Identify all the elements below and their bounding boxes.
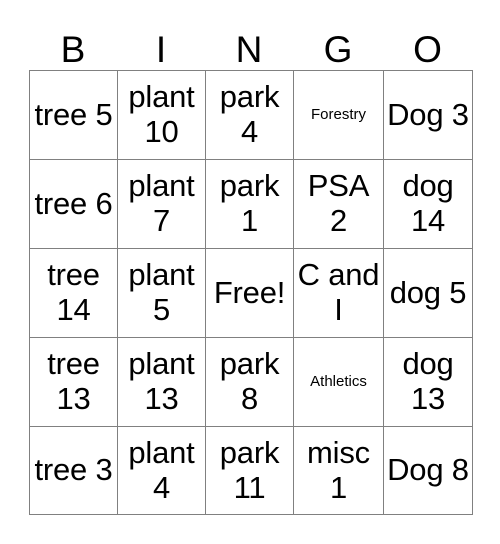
bingo-cell-g4[interactable]: Athletics: [294, 338, 384, 427]
bingo-cell-free-space[interactable]: Free!: [206, 249, 294, 338]
bingo-cell-label: plant 4: [128, 434, 195, 505]
bingo-cell-label: dog 5: [389, 274, 467, 310]
bingo-header-g: G: [323, 29, 353, 70]
bingo-cell-g5[interactable]: misc 1: [294, 427, 384, 515]
bingo-cell-label: tree 14: [47, 257, 100, 327]
bingo-cell-label: C and I: [297, 257, 380, 327]
bingo-cell-i5[interactable]: plant 4: [118, 427, 206, 515]
bingo-cell-b4[interactable]: tree 13: [30, 338, 118, 427]
bingo-cell-i4[interactable]: plant 13: [118, 338, 206, 427]
bingo-header-o: O: [413, 29, 442, 70]
bingo-cell-label: plant 5: [128, 257, 195, 327]
bingo-cell-b1[interactable]: tree 5: [30, 71, 118, 160]
bingo-cell-label: Forestry: [310, 106, 366, 124]
bingo-row-2: tree 6 plant 7 park 1 PSA 2 dog 14: [30, 160, 473, 249]
bingo-cell-label: park 4: [219, 79, 280, 149]
bingo-grid: tree 5 plant 10 park 4 Forestry Dog 3 tr…: [29, 70, 473, 515]
bingo-cell-o4[interactable]: dog 13: [384, 338, 473, 427]
bingo-header-i: I: [155, 29, 167, 70]
bingo-row-4: tree 13 plant 13 park 8 Athletics dog 13: [30, 338, 473, 427]
bingo-cell-g1[interactable]: Forestry: [294, 71, 384, 160]
bingo-row-3: tree 14 plant 5 Free! C and I dog 5: [30, 249, 473, 338]
bingo-card: B I N G O tree 5 plant 10 park 4 Forestr…: [29, 12, 473, 515]
bingo-header-n: N: [235, 29, 263, 70]
bingo-cell-label: plant 7: [128, 168, 195, 238]
bingo-cell-o2[interactable]: dog 14: [384, 160, 473, 249]
bingo-cell-o5[interactable]: Dog 8: [384, 427, 473, 515]
bingo-cell-label: plant 13: [128, 346, 195, 416]
bingo-cell-label: park 11: [219, 434, 280, 505]
bingo-cell-b3[interactable]: tree 14: [30, 249, 118, 338]
bingo-cell-label: PSA 2: [307, 168, 370, 238]
bingo-cell-b2[interactable]: tree 6: [30, 160, 118, 249]
bingo-cell-label: Athletics: [310, 373, 367, 391]
bingo-header-row: B I N G O: [29, 12, 472, 70]
bingo-cell-b5[interactable]: tree 3: [30, 427, 118, 515]
bingo-cell-label: tree 6: [34, 185, 113, 221]
bingo-header-b: B: [60, 29, 86, 70]
bingo-cell-label: tree 13: [47, 346, 100, 416]
bingo-cell-g3[interactable]: C and I: [294, 249, 384, 338]
bingo-cell-n5[interactable]: park 11: [206, 427, 294, 515]
bingo-cell-label: Dog 8: [387, 452, 469, 488]
bingo-free-space-label: Free!: [213, 274, 286, 310]
bingo-cell-n2[interactable]: park 1: [206, 160, 294, 249]
bingo-cell-i3[interactable]: plant 5: [118, 249, 206, 338]
bingo-cell-label: misc 1: [307, 434, 370, 505]
bingo-cell-o3[interactable]: dog 5: [384, 249, 473, 338]
bingo-cell-label: park 1: [219, 168, 280, 238]
bingo-cell-label: park 8: [219, 346, 280, 416]
bingo-cell-label: dog 13: [402, 346, 454, 416]
bingo-cell-label: Dog 3: [387, 96, 469, 132]
bingo-cell-label: tree 5: [34, 96, 113, 132]
bingo-cell-label: tree 3: [34, 452, 113, 488]
bingo-row-5: tree 3 plant 4 park 11 misc 1 Dog 8: [30, 427, 473, 515]
bingo-cell-o1[interactable]: Dog 3: [384, 71, 473, 160]
bingo-cell-i1[interactable]: plant 10: [118, 71, 206, 160]
bingo-cell-label: plant 10: [128, 79, 195, 149]
bingo-cell-n4[interactable]: park 8: [206, 338, 294, 427]
bingo-cell-g2[interactable]: PSA 2: [294, 160, 384, 249]
bingo-cell-label: dog 14: [402, 168, 454, 238]
bingo-cell-n1[interactable]: park 4: [206, 71, 294, 160]
bingo-cell-i2[interactable]: plant 7: [118, 160, 206, 249]
bingo-row-1: tree 5 plant 10 park 4 Forestry Dog 3: [30, 71, 473, 160]
